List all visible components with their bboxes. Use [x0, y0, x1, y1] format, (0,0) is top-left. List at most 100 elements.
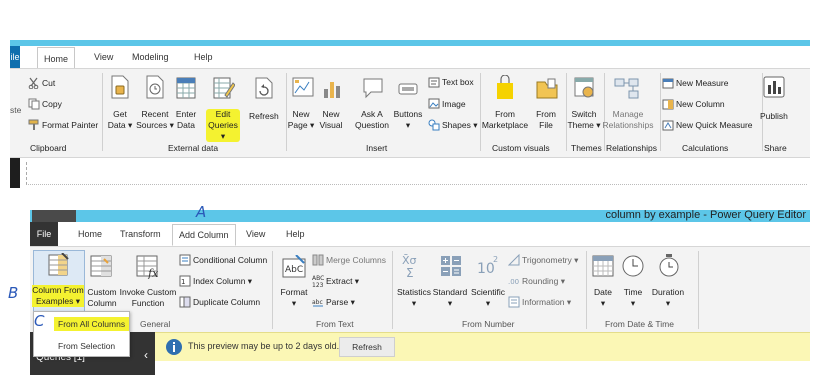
- time-button[interactable]: Time ▾: [618, 287, 648, 309]
- pq-tab-view[interactable]: View: [240, 222, 271, 246]
- add-column-ribbon: Column From Examples ▾ Custom Column fx In…: [30, 246, 810, 333]
- ask-question-button[interactable]: Ask A Question: [352, 109, 392, 131]
- column-from-examples-icon: [48, 253, 69, 276]
- new-page-button[interactable]: New Page ▾: [286, 109, 316, 131]
- pq-tab-file[interactable]: File: [30, 222, 58, 246]
- svg-text:1: 1: [181, 278, 185, 286]
- pq-tab-home[interactable]: Home: [72, 222, 108, 246]
- enter-data-button[interactable]: Enter Data: [172, 109, 200, 131]
- new-visual-icon: [324, 82, 340, 98]
- custom-visuals-group-label: Custom visuals: [492, 143, 550, 153]
- pq-tab-transform[interactable]: Transform: [114, 222, 167, 246]
- collapse-chevron-icon[interactable]: ‹: [144, 348, 148, 362]
- text-box-button[interactable]: Text box: [442, 77, 474, 88]
- home-ribbon: ste Cut Copy Format Painter Clipboard Ge…: [10, 68, 810, 158]
- duration-button[interactable]: Duration ▾: [648, 287, 688, 309]
- index-column-button[interactable]: Index Column ▾: [193, 276, 252, 287]
- message-refresh-button[interactable]: Refresh: [339, 337, 395, 357]
- format-painter-button[interactable]: Format Painter: [42, 120, 98, 131]
- edit-queries-button[interactable]: Edit Queries ▾: [206, 109, 240, 142]
- svg-text:123: 123: [312, 282, 324, 288]
- share-group-label: Share: [764, 143, 787, 153]
- parse-button[interactable]: Parse ▾: [326, 297, 355, 308]
- publish-icon: [763, 76, 785, 98]
- copy-icon[interactable]: [28, 98, 40, 110]
- publish-button[interactable]: Publish: [760, 111, 788, 122]
- invoke-custom-function-button[interactable]: Invoke Custom Function: [118, 287, 178, 309]
- get-data-icon: [111, 75, 129, 99]
- column-from-examples-button[interactable]: Column From Examples ▾: [32, 285, 84, 307]
- switch-theme-button[interactable]: Switch Theme ▾: [566, 109, 602, 131]
- tab-help[interactable]: Help: [188, 46, 219, 68]
- pq-tab-row: File Home Transform Add Column View Help: [30, 222, 810, 246]
- info-icon: [166, 339, 182, 355]
- from-file-button[interactable]: From File: [530, 109, 562, 131]
- page-scroll-marker: [10, 158, 20, 188]
- tab-file[interactable]: ile: [10, 46, 20, 68]
- buttons-button[interactable]: Buttons ▾: [390, 109, 426, 131]
- conditional-column-button[interactable]: Conditional Column: [193, 255, 267, 266]
- date-button[interactable]: Date ▾: [586, 287, 620, 309]
- duplicate-column-button[interactable]: Duplicate Column: [193, 297, 260, 308]
- new-column-button[interactable]: New Column: [676, 99, 725, 110]
- standard-button[interactable]: Standard ▾: [430, 287, 470, 309]
- information-button[interactable]: Information ▾: [522, 297, 571, 308]
- manage-relationships-button[interactable]: Manage Relationships: [600, 109, 656, 131]
- annotation-c: C: [34, 312, 45, 330]
- image-icon: [428, 98, 440, 109]
- new-page-icon: [292, 77, 314, 97]
- recent-sources-button[interactable]: Recent Sources ▾: [134, 109, 176, 131]
- scientific-button[interactable]: Scientific ▾: [466, 287, 510, 309]
- statistics-button[interactable]: Statistics ▾: [394, 287, 434, 309]
- custom-column-button[interactable]: Custom Column: [82, 287, 122, 309]
- format-button[interactable]: Format ▾: [274, 287, 314, 309]
- image-button[interactable]: Image: [442, 99, 466, 110]
- extract-button[interactable]: Extract ▾: [326, 276, 359, 287]
- cut-icon[interactable]: [28, 77, 40, 89]
- svg-text:2: 2: [493, 255, 498, 264]
- recent-sources-icon: [146, 75, 164, 99]
- tab-modeling[interactable]: Modeling: [126, 46, 175, 68]
- scientific-icon: 102: [477, 255, 498, 277]
- get-data-button[interactable]: Get Data ▾: [102, 109, 138, 131]
- group-divider: [392, 251, 393, 329]
- menu-item-from-selection[interactable]: From Selection: [58, 339, 115, 353]
- text-box-icon: [428, 77, 440, 88]
- new-visual-button[interactable]: New Visual: [316, 109, 346, 131]
- refresh-button[interactable]: Refresh: [249, 111, 279, 122]
- merge-columns-icon: [312, 254, 324, 266]
- shapes-icon: [428, 119, 440, 131]
- index-column-icon: 1: [179, 275, 191, 287]
- information-icon: [508, 296, 520, 308]
- pq-tab-help[interactable]: Help: [280, 222, 311, 246]
- menu-item-from-all-columns[interactable]: From All Columns: [54, 317, 130, 331]
- pq-tab-add-column[interactable]: Add Column: [172, 224, 236, 246]
- from-date-time-group-label: From Date & Time: [605, 319, 674, 329]
- annotation-a: A: [196, 203, 207, 221]
- new-quick-measure-button[interactable]: New Quick Measure: [676, 120, 753, 131]
- new-measure-button[interactable]: New Measure: [676, 78, 728, 89]
- quick-access-toolbar[interactable]: [32, 210, 76, 222]
- canvas-area: [10, 158, 810, 188]
- extract-icon: ABC123: [312, 275, 324, 288]
- copy-button[interactable]: Copy: [42, 99, 62, 110]
- rounding-button[interactable]: Rounding ▾: [522, 276, 565, 287]
- tab-home[interactable]: Home: [37, 47, 76, 70]
- merge-columns-button[interactable]: Merge Columns: [326, 255, 386, 266]
- trigonometry-button[interactable]: Trigonometry ▾: [522, 255, 578, 266]
- new-quick-measure-icon: [662, 120, 674, 131]
- format-icon: AbC: [282, 255, 306, 278]
- relationships-group-label: Relationships: [606, 143, 658, 153]
- from-marketplace-button[interactable]: From Marketplace: [480, 109, 530, 131]
- invoke-custom-function-icon: fx: [136, 255, 159, 279]
- format-painter-icon[interactable]: [28, 119, 40, 131]
- general-group-label: General: [140, 319, 171, 329]
- from-number-group-label: From Number: [462, 319, 515, 329]
- cut-button[interactable]: Cut: [42, 78, 55, 89]
- from-file-icon: [536, 78, 558, 99]
- paste-button-label[interactable]: ste: [10, 105, 21, 116]
- shapes-button[interactable]: Shapes ▾: [442, 120, 477, 131]
- buttons-icon: [398, 83, 418, 95]
- group-divider: [272, 251, 273, 329]
- tab-view[interactable]: View: [88, 46, 119, 68]
